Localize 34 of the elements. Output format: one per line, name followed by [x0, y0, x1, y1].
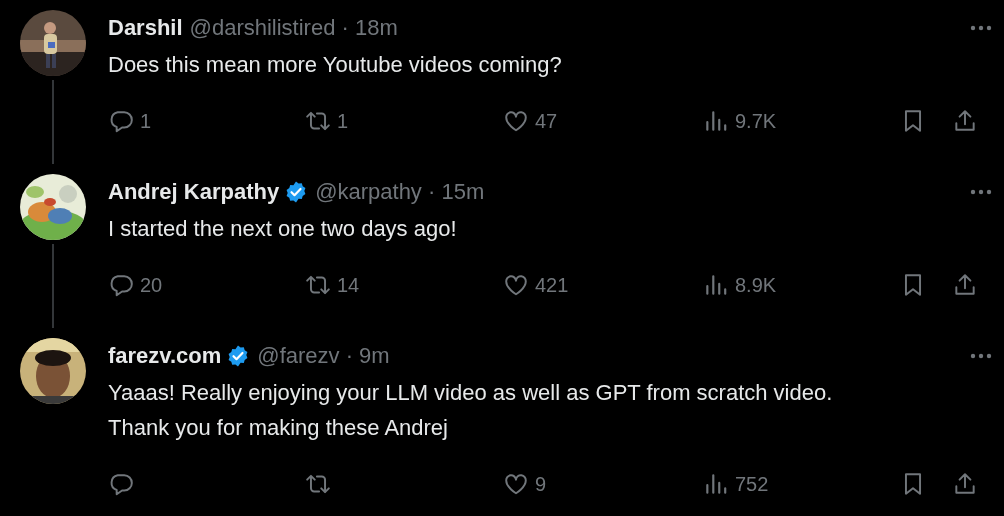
reposts-count: 1 [337, 109, 349, 133]
tweet-text: I started the next one two days ago! [108, 215, 458, 243]
replies-count: 1 [140, 109, 152, 133]
heart-icon[interactable] [503, 471, 529, 497]
share-icon[interactable] [952, 108, 978, 134]
tweet-text: Yaaas! Really enjoying your LLM video as well as GPT from scratch video. Thank you for making these Andrej [108, 379, 834, 442]
user-name[interactable]: Andrej Karpathy [108, 179, 280, 205]
reposts-count: 14 [337, 273, 360, 297]
share-icon[interactable] [952, 272, 978, 298]
reply-icon[interactable] [108, 108, 134, 134]
replies-count: 20 [140, 273, 163, 297]
tweet-text: Does this mean more Youtube videos coming? [108, 51, 563, 79]
more-icon[interactable] [970, 353, 992, 359]
views-icon[interactable] [703, 272, 729, 298]
reply-icon[interactable] [108, 272, 134, 298]
likes-count: 9 [535, 472, 547, 496]
handle-and-time: @farezv · 9m [257, 343, 390, 369]
heart-icon[interactable] [503, 272, 529, 298]
more-icon[interactable] [970, 25, 992, 31]
handle-and-time: @karpathy · 15m [315, 179, 485, 205]
user-name[interactable]: Darshil [108, 15, 183, 41]
more-icon[interactable] [970, 189, 992, 195]
share-icon[interactable] [952, 471, 978, 497]
views-count: 8.9K [735, 273, 777, 297]
views-icon[interactable] [703, 471, 729, 497]
reply-icon[interactable] [108, 471, 134, 497]
views-icon[interactable] [703, 108, 729, 134]
user-name[interactable]: farezv.com [108, 343, 222, 369]
likes-count: 421 [535, 273, 569, 297]
heart-icon[interactable] [503, 108, 529, 134]
views-count: 9.7K [735, 109, 777, 133]
views-count: 752 [735, 472, 769, 496]
handle-and-time: @darshilistired · 18m [189, 15, 398, 41]
likes-count: 47 [535, 109, 558, 133]
